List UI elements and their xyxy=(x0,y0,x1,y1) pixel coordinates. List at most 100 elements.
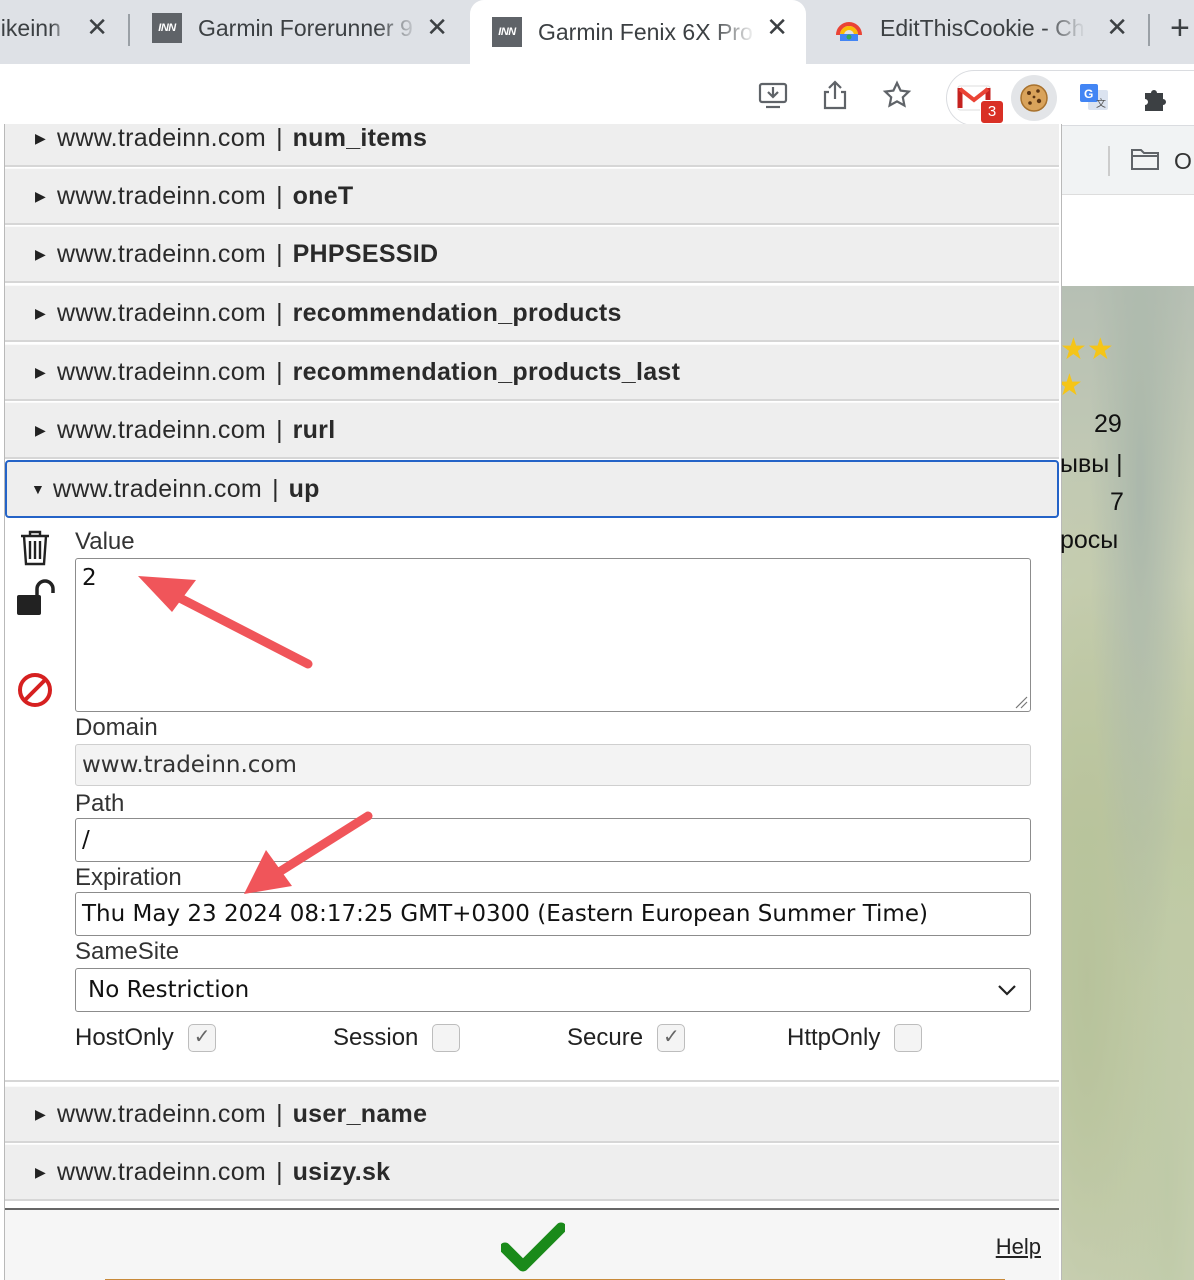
svg-text:G: G xyxy=(1084,87,1093,101)
close-icon[interactable]: ✕ xyxy=(426,14,448,40)
cookie-row[interactable]: ▶ www.tradeinn.com | usizy.sk xyxy=(5,1144,1059,1201)
help-link[interactable]: Help xyxy=(996,1234,1041,1260)
cookie-row[interactable]: ▶ www.tradeinn.com | oneT xyxy=(5,168,1059,225)
separator: | xyxy=(276,239,283,268)
path-value: / xyxy=(82,827,90,853)
chrome-webstore-icon xyxy=(834,13,864,43)
cookie-domain: www.tradeinn.com xyxy=(57,415,267,444)
httponly-flag[interactable]: HttpOnly xyxy=(787,1024,923,1052)
collapse-arrow-icon: ▼ xyxy=(31,481,45,497)
new-tab-button[interactable]: + xyxy=(1170,0,1194,56)
separator: | xyxy=(276,1099,283,1128)
cookie-row[interactable]: ▶ www.tradeinn.com | recommendation_prod… xyxy=(5,344,1059,401)
path-field[interactable]: / xyxy=(75,818,1031,862)
session-checkbox[interactable] xyxy=(432,1024,461,1052)
inn-logo-icon: INN xyxy=(152,13,182,43)
domain-field[interactable]: www.tradeinn.com xyxy=(75,744,1031,786)
separator: | xyxy=(276,415,283,444)
share-icon[interactable] xyxy=(818,78,852,112)
expand-arrow-icon: ▶ xyxy=(35,363,46,380)
popup-footer: Help xyxy=(5,1208,1059,1280)
questions-link[interactable]: росы xyxy=(1060,526,1118,555)
expand-arrow-icon: ▶ xyxy=(35,421,46,438)
cookie-name: usizy.sk xyxy=(292,1157,391,1186)
cookie-domain: www.tradeinn.com xyxy=(53,474,263,503)
reviews-link[interactable]: ывы | xyxy=(1060,450,1123,479)
value-textarea[interactable]: 2 xyxy=(75,558,1031,712)
cookie-row[interactable]: ▶ www.tradeinn.com | num_items xyxy=(5,124,1059,167)
cookie-name: user_name xyxy=(292,1099,428,1128)
expiration-label: Expiration xyxy=(75,864,182,891)
cookie-domain: www.tradeinn.com xyxy=(57,357,267,386)
background-photo xyxy=(1060,286,1194,1280)
svg-text:文: 文 xyxy=(1096,97,1106,110)
cookie-name: num_items xyxy=(292,124,428,152)
tab-3[interactable]: EditThisCookie - Ch ✕ xyxy=(812,0,1146,56)
tab-divider xyxy=(128,14,130,46)
rating-stars-icon: ★★ xyxy=(1060,333,1114,366)
expand-arrow-icon: ▶ xyxy=(35,304,46,321)
folder-icon[interactable] xyxy=(1130,146,1160,172)
tab-strip: bikeinn ✕ INN Garmin Forerunner 9 ✕ INN … xyxy=(0,0,1194,64)
expand-arrow-icon: ▶ xyxy=(35,187,46,204)
hostonly-checkbox[interactable] xyxy=(187,1024,216,1052)
cookie-domain: www.tradeinn.com xyxy=(57,298,267,327)
secure-label: Secure xyxy=(567,1024,644,1051)
httponly-checkbox[interactable] xyxy=(894,1024,923,1052)
session-flag[interactable]: Session xyxy=(333,1024,461,1052)
expand-arrow-icon: ▶ xyxy=(35,1163,46,1180)
bookmark-label[interactable]: O xyxy=(1174,148,1192,175)
expand-arrow-icon: ▶ xyxy=(35,129,46,146)
toolbar: G 文 xyxy=(0,64,1194,126)
secure-checkbox[interactable] xyxy=(657,1024,686,1052)
tab-0[interactable]: bikeinn ✕ xyxy=(0,0,126,56)
close-icon[interactable]: ✕ xyxy=(86,14,108,40)
separator: | xyxy=(276,357,283,386)
secure-flag[interactable]: Secure xyxy=(567,1024,686,1052)
cookie-name: oneT xyxy=(292,181,354,210)
puzzle-extensions-icon[interactable] xyxy=(1133,75,1179,121)
separator: | xyxy=(276,124,283,152)
close-icon[interactable]: ✕ xyxy=(766,14,788,40)
bookmarks-bar: O xyxy=(1060,126,1194,195)
cookie-extension-icon[interactable] xyxy=(1011,75,1057,121)
samesite-select[interactable]: No Restriction xyxy=(75,968,1031,1012)
install-app-icon[interactable] xyxy=(756,78,790,112)
gmail-unread-badge: 3 xyxy=(980,100,1004,124)
cookie-domain: www.tradeinn.com xyxy=(57,1099,267,1128)
resize-handle-icon[interactable] xyxy=(1014,695,1028,709)
translate-extension-icon[interactable]: G 文 xyxy=(1071,75,1117,121)
expiration-value: Thu May 23 2024 08:17:25 GMT+0300 (Easte… xyxy=(82,901,928,927)
tab-2-active[interactable]: INN Garmin Fenix 6X Pro ✕ xyxy=(470,0,806,64)
cookie-domain: www.tradeinn.com xyxy=(57,239,267,268)
block-icon[interactable] xyxy=(15,670,55,710)
tab-title: bikeinn xyxy=(0,14,61,41)
cookie-row[interactable]: ▶ www.tradeinn.com | user_name xyxy=(5,1086,1059,1143)
cookie-row[interactable]: ▶ www.tradeinn.com | PHPSESSID xyxy=(5,226,1059,283)
value-text: 2 xyxy=(82,565,97,591)
trash-icon[interactable] xyxy=(15,528,55,568)
editthiscookie-popup: ▶ www.tradeinn.com | num_items ▶ www.tra… xyxy=(4,124,1062,1280)
tab-1[interactable]: INN Garmin Forerunner 9 ✕ xyxy=(132,0,466,56)
unlock-icon[interactable] xyxy=(15,578,55,618)
expiration-field[interactable]: Thu May 23 2024 08:17:25 GMT+0300 (Easte… xyxy=(75,892,1031,936)
tab-title: Garmin Forerunner 9 xyxy=(198,14,413,41)
cookie-name: recommendation_products xyxy=(292,298,622,327)
separator: | xyxy=(276,181,283,210)
value-label: Value xyxy=(75,528,135,555)
cookie-name: rurl xyxy=(292,415,336,444)
cookie-name: recommendation_products_last xyxy=(292,357,681,386)
close-icon[interactable]: ✕ xyxy=(1106,14,1128,40)
cookie-row[interactable]: ▶ www.tradeinn.com | rurl xyxy=(5,402,1059,459)
cookie-detail-panel: Value 2 Domain www.tradeinn.com Path / E… xyxy=(5,518,1059,1082)
hostonly-flag[interactable]: HostOnly xyxy=(75,1024,216,1052)
httponly-label: HttpOnly xyxy=(787,1024,881,1051)
cookie-name: up xyxy=(288,474,320,503)
confirm-checkmark-icon[interactable] xyxy=(501,1222,565,1272)
cookie-row-expanded[interactable]: ▼ www.tradeinn.com | up xyxy=(5,460,1059,518)
bookmark-star-icon[interactable] xyxy=(880,78,914,112)
cookie-row[interactable]: ▶ www.tradeinn.com | recommendation_prod… xyxy=(5,285,1059,342)
separator: | xyxy=(272,474,279,503)
questions-count: 7 xyxy=(1110,488,1124,516)
cookie-domain: www.tradeinn.com xyxy=(57,124,267,152)
